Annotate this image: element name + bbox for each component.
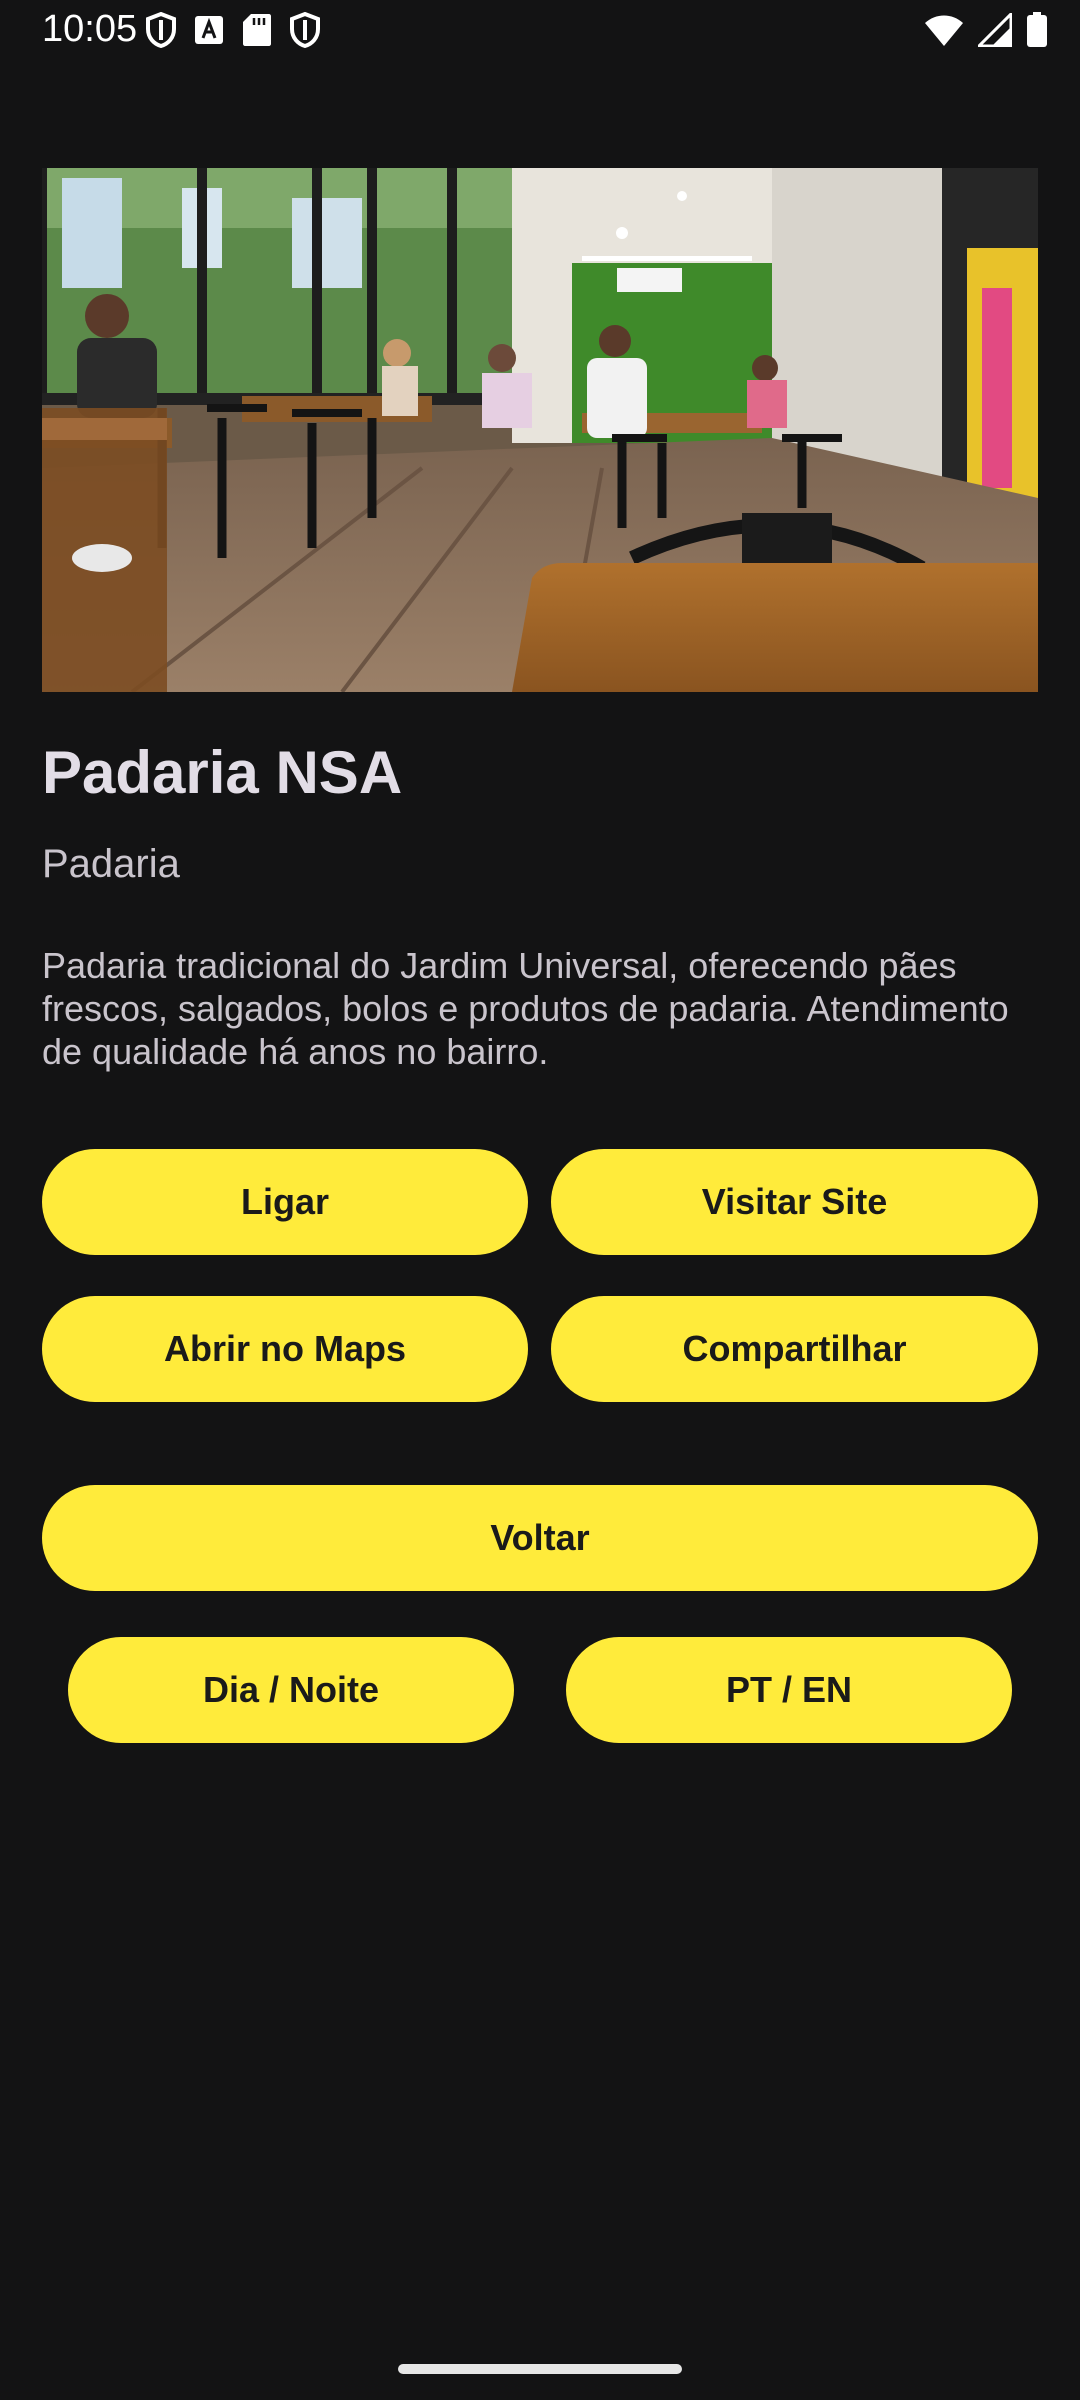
visit-site-button[interactable]: Visitar Site: [551, 1149, 1038, 1255]
place-photo: [42, 168, 1038, 692]
home-indicator[interactable]: [398, 2364, 682, 2374]
page-title: Padaria NSA: [42, 739, 403, 806]
sd-card-icon: [242, 13, 272, 47]
place-description: Padaria tradicional do Jardim Universal,…: [42, 945, 1009, 1072]
language-toggle-button[interactable]: PT / EN: [566, 1637, 1012, 1743]
status-time: 10:05: [42, 8, 138, 50]
wifi-icon: [924, 13, 964, 47]
theme-toggle-button[interactable]: Dia / Noite: [68, 1637, 514, 1743]
shield-icon: [146, 12, 176, 48]
call-button[interactable]: Ligar: [42, 1149, 528, 1255]
place-category: Padaria: [42, 842, 180, 886]
status-bar: 10:05: [0, 0, 1080, 64]
shield-icon: [290, 12, 320, 48]
open-maps-button[interactable]: Abrir no Maps: [42, 1296, 528, 1402]
status-notification-icons: [146, 12, 320, 48]
font-a-icon: [194, 15, 224, 45]
back-button[interactable]: Voltar: [42, 1485, 1038, 1591]
battery-icon: [1026, 12, 1048, 48]
status-system-icons: [924, 12, 1048, 48]
signal-icon: [978, 13, 1012, 47]
share-button[interactable]: Compartilhar: [551, 1296, 1038, 1402]
